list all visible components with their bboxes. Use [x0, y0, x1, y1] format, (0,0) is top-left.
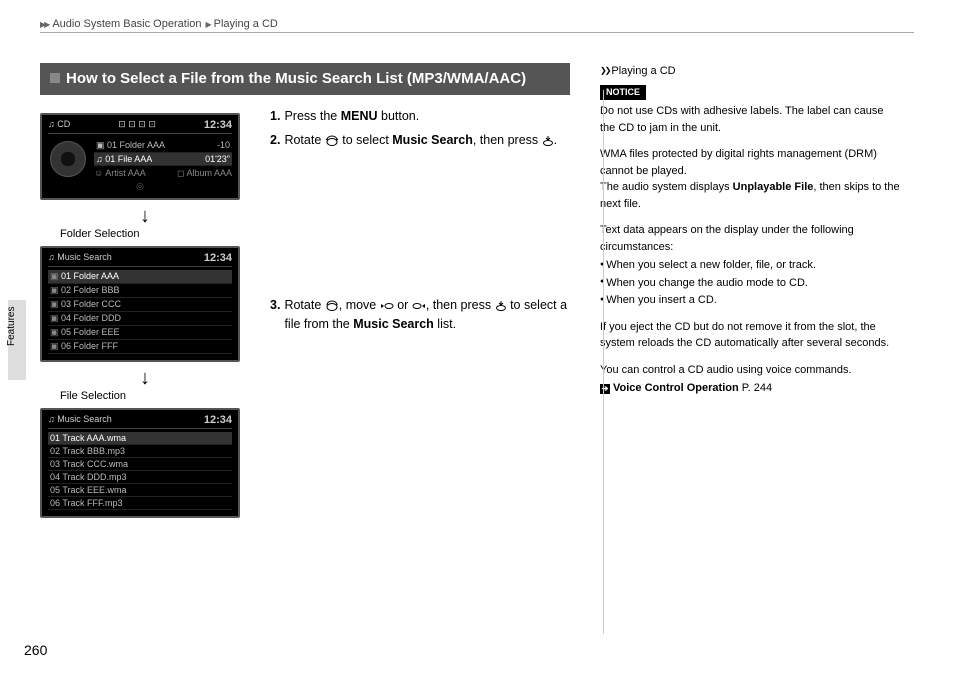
- side-tab-label: Features: [6, 328, 17, 346]
- column-divider: [603, 90, 604, 634]
- notice-badge: NOTICE: [600, 85, 646, 101]
- cross-reference-link[interactable]: ➔Voice Control Operation P. 244: [600, 380, 900, 397]
- breadcrumb-arrow-icon: ▶▶: [40, 20, 48, 29]
- section-heading-text: How to Select a File from the Music Sear…: [66, 70, 526, 87]
- sidebar-paragraph: Text data appears on the display under t…: [600, 222, 900, 255]
- breadcrumb: ▶▶ Audio System Basic Operation ▶ Playin…: [40, 18, 914, 33]
- screen-title: ♫ CD: [48, 119, 70, 131]
- arrow-down-icon: ↓: [40, 368, 250, 388]
- list-item: 01 Track AAA.wma: [48, 432, 232, 445]
- breadcrumb-page: Playing a CD: [214, 18, 278, 30]
- file-line-selected: ♫ 01 File AAA 01'23": [94, 153, 232, 166]
- heading-square-icon: [50, 73, 60, 83]
- list-item: 04 Folder DDD: [48, 312, 232, 326]
- list-item: 06 Track FFF.mp3: [48, 497, 232, 510]
- sidebar-paragraph: WMA files protected by digital rights ma…: [600, 146, 900, 212]
- screen-title: ♫ Music Search: [48, 252, 112, 264]
- list-item: When you insert a CD.: [600, 292, 900, 309]
- list-item: 03 Track CCC.wma: [48, 458, 232, 471]
- screen-title: ♫ Music Search: [48, 414, 112, 426]
- list-item: 02 Track BBB.mp3: [48, 445, 232, 458]
- step-3: 3. Rotate , move or , then press to sele…: [270, 296, 570, 334]
- screen-clock: 12:34: [204, 414, 232, 426]
- disc-icon: [50, 141, 86, 177]
- arrow-down-icon: ↓: [40, 206, 250, 226]
- notice-text: Do not use CDs with adhesive labels. The…: [600, 103, 900, 136]
- list-item: 05 Folder EEE: [48, 326, 232, 340]
- breadcrumb-section: Audio System Basic Operation: [52, 18, 201, 30]
- breadcrumb-arrow-icon: ▶: [206, 20, 210, 29]
- sidebar-paragraph: If you eject the CD but do not remove it…: [600, 319, 900, 352]
- list-item: 04 Track DDD.mp3: [48, 471, 232, 484]
- list-item: When you change the audio mode to CD.: [600, 275, 900, 292]
- list-item: 06 Folder FFF: [48, 340, 232, 354]
- screen-clock: 12:34: [204, 252, 232, 264]
- screen-clock: 12:34: [204, 119, 232, 131]
- screenshot-file-list: ♫ Music Search 12:34 01 Track AAA.wma 02…: [40, 408, 240, 518]
- link-arrow-icon: ➔: [600, 384, 610, 394]
- press-dial-icon: [495, 300, 507, 312]
- sidebar-heading: ❯❯ Playing a CD: [600, 63, 900, 80]
- caption-file-selection: File Selection: [40, 390, 250, 402]
- list-item: When you select a new folder, file, or t…: [600, 257, 900, 274]
- section-heading: How to Select a File from the Music Sear…: [40, 63, 570, 95]
- sidebar-paragraph: You can control a CD audio using voice c…: [600, 362, 900, 379]
- step-1: 1. Press the MENU button.: [270, 107, 570, 126]
- artist-info: ☺ Artist AAA: [94, 168, 146, 179]
- list-item: 03 Folder CCC: [48, 298, 232, 312]
- bottom-disc-icon: ◎: [48, 181, 232, 192]
- sidebar-heading-icon: ❯❯: [600, 65, 609, 77]
- sidebar-bullet-list: When you select a new folder, file, or t…: [600, 257, 900, 309]
- list-item: 02 Folder BBB: [48, 284, 232, 298]
- rotate-dial-icon: [325, 300, 339, 312]
- page-number: 260: [24, 642, 47, 658]
- screen-indicators: ⊡ ⊡ ⊡ ⊡: [118, 119, 156, 131]
- caption-folder-selection: Folder Selection: [40, 228, 250, 240]
- step-2: 2. Rotate to select Music Search, then p…: [270, 131, 570, 150]
- album-info: ◻ Album AAA: [177, 168, 232, 179]
- folder-line: ▣ 01 Folder AAA -10: [94, 139, 232, 153]
- screenshot-folder-list: ♫ Music Search 12:34 01 Folder AAA 02 Fo…: [40, 246, 240, 362]
- screenshot-cd-playing: ♫ CD ⊡ ⊡ ⊡ ⊡ 12:34 ▣ 01 Folder AAA -10: [40, 113, 240, 200]
- move-left-icon: [380, 301, 394, 311]
- list-item: 01 Folder AAA: [48, 270, 232, 284]
- move-right-icon: [412, 301, 426, 311]
- list-item: 05 Track EEE.wma: [48, 484, 232, 497]
- press-dial-icon: [542, 135, 554, 147]
- side-tab-features: Features: [8, 300, 26, 380]
- rotate-dial-icon: [325, 135, 339, 147]
